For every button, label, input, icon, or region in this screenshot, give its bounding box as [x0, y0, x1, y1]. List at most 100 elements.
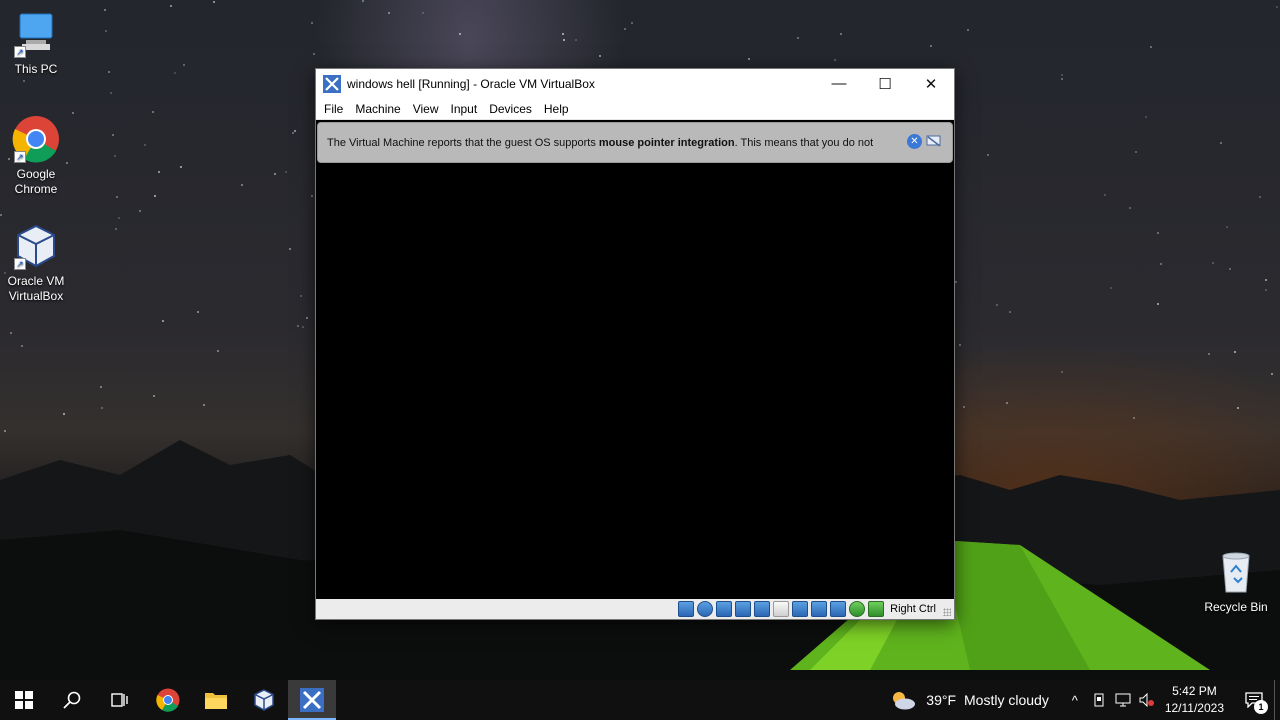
star: [1150, 46, 1152, 48]
search-button[interactable]: [48, 680, 96, 720]
notice-text-suffix: . This means that you do not: [734, 136, 874, 149]
star: [306, 317, 308, 319]
video-capture-icon[interactable]: [811, 601, 828, 617]
star: [563, 39, 565, 41]
host-key-label[interactable]: Right Ctrl: [890, 603, 936, 615]
star: [797, 37, 799, 39]
star: [963, 406, 965, 408]
star: [987, 154, 989, 156]
desktop-icon-this-pc[interactable]: ↗ This PC: [0, 10, 74, 77]
star: [930, 45, 932, 47]
mouse-integration-notice: The Virtual Machine reports that the gue…: [317, 122, 953, 163]
search-icon: [63, 691, 81, 709]
menu-machine[interactable]: Machine: [349, 98, 406, 120]
taskbar-virtualbox[interactable]: [240, 680, 288, 720]
desktop-icon-virtualbox[interactable]: ↗ Oracle VM VirtualBox: [0, 222, 74, 304]
star: [388, 12, 390, 14]
desktop-icon-label: Oracle VM VirtualBox: [7, 274, 65, 303]
task-view-button[interactable]: [96, 680, 144, 720]
virtualbox-icon: ↗: [12, 222, 60, 270]
audio-icon[interactable]: [716, 601, 733, 617]
close-button[interactable]: ✕: [908, 69, 954, 98]
star: [311, 22, 313, 24]
star: [154, 195, 156, 197]
star: [108, 71, 110, 73]
keyboard-icon[interactable]: [868, 601, 885, 617]
network-icon[interactable]: [735, 601, 752, 617]
star: [114, 155, 116, 157]
usb-icon[interactable]: [754, 601, 771, 617]
desktop-icon-recycle-bin[interactable]: Recycle Bin: [1198, 548, 1274, 615]
mouse-integration-icon[interactable]: [849, 601, 866, 617]
star: [63, 413, 65, 415]
partly-cloudy-icon: [893, 692, 916, 710]
star: [1212, 262, 1214, 264]
desktop-icon-google-chrome[interactable]: ↗ Google Chrome: [0, 115, 74, 197]
star: [959, 344, 961, 346]
star: [152, 111, 154, 113]
star: [1234, 351, 1236, 353]
close-notice-icon[interactable]: ✕: [907, 134, 922, 149]
star: [967, 29, 969, 31]
do-not-show-again-icon[interactable]: [926, 134, 942, 149]
menu-input[interactable]: Input: [445, 98, 484, 120]
weather-temperature: 39°F: [926, 692, 957, 708]
star: [116, 196, 118, 198]
hard-disk-icon[interactable]: [678, 601, 695, 617]
desktop-icon-label: Recycle Bin: [1204, 600, 1268, 614]
virtualbox-vm-window[interactable]: windows hell [Running] - Oracle VM Virtu…: [315, 68, 955, 620]
start-button[interactable]: [0, 680, 48, 720]
task-view-icon: [111, 693, 128, 707]
vm-display[interactable]: [316, 164, 954, 600]
taskbar-vm-window[interactable]: [288, 680, 336, 720]
star: [599, 55, 601, 57]
star: [144, 144, 146, 146]
star: [101, 407, 103, 409]
taskbar-clock[interactable]: 5:42 PM 12/11/2023: [1165, 683, 1224, 717]
star: [180, 166, 182, 168]
star: [217, 350, 219, 352]
optical-drive-icon[interactable]: [697, 601, 714, 617]
shared-folders-icon[interactable]: [773, 601, 790, 617]
star: [1006, 402, 1008, 404]
notice-text-prefix: The Virtual Machine reports that the gue…: [327, 136, 599, 149]
vm-windows-xp-icon: [300, 688, 324, 712]
star: [1271, 373, 1273, 375]
taskbar-chrome[interactable]: [144, 680, 192, 720]
volume-muted-icon[interactable]: [1135, 680, 1159, 720]
star: [1110, 287, 1112, 289]
desktop-icon-label: This PC: [14, 62, 58, 76]
system-tray: 39°F Mostly cloudy ^ 5:42 PM 12/11/2023 …: [890, 680, 1280, 720]
star: [1129, 207, 1131, 209]
notification-count-badge: 1: [1254, 700, 1268, 714]
menu-devices[interactable]: Devices: [483, 98, 538, 120]
resize-grip[interactable]: [943, 608, 951, 616]
show-desktop-button[interactable]: [1274, 680, 1280, 720]
minimize-button[interactable]: —: [816, 69, 862, 98]
computer-icon: ↗: [12, 10, 60, 58]
star: [21, 345, 23, 347]
star: [292, 132, 294, 134]
star: [183, 64, 185, 66]
menu-file[interactable]: File: [318, 98, 349, 120]
taskbar-file-explorer[interactable]: [192, 680, 240, 720]
virtualization-icon[interactable]: [830, 601, 847, 617]
star: [631, 22, 633, 24]
menu-help[interactable]: Help: [538, 98, 575, 120]
star: [241, 184, 243, 186]
vm-windows-xp-icon: [323, 74, 341, 93]
star: [955, 281, 957, 283]
network-tray-icon[interactable]: [1111, 680, 1135, 720]
file-explorer-icon: [205, 693, 227, 709]
action-center-button[interactable]: 1: [1234, 680, 1274, 720]
weather-widget[interactable]: 39°F Mostly cloudy: [890, 690, 1049, 710]
window-titlebar[interactable]: windows hell [Running] - Oracle VM Virtu…: [316, 69, 954, 98]
usb-tray-icon[interactable]: [1087, 680, 1111, 720]
menu-view[interactable]: View: [407, 98, 445, 120]
star: [834, 59, 836, 61]
star: [1061, 78, 1063, 80]
maximize-button[interactable]: ☐: [862, 69, 908, 98]
display-icon[interactable]: [792, 601, 809, 617]
show-hidden-icons-chevron-icon[interactable]: ^: [1063, 680, 1087, 720]
star: [1009, 311, 1011, 313]
